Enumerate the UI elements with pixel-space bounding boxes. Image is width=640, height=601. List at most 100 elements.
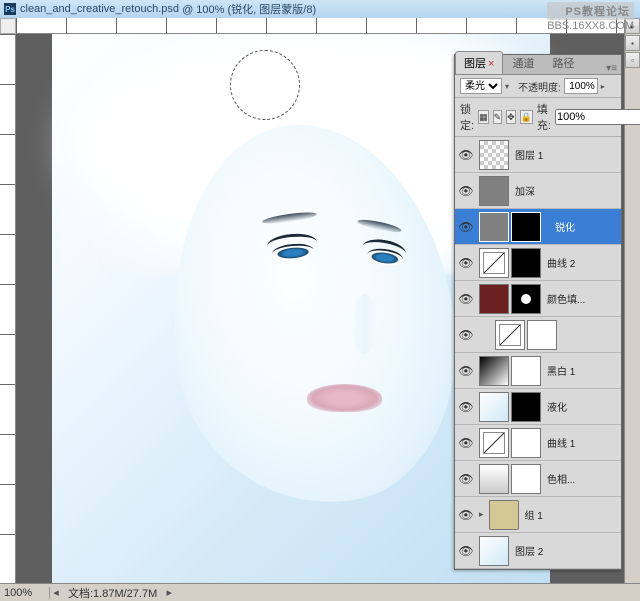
panel-dock-strip: ▸ ▪ ▫ [624, 18, 640, 583]
visibility-toggle[interactable]: 👁 [458, 147, 474, 163]
layer-thumbnail[interactable] [489, 500, 519, 530]
dock-button-3[interactable]: ▫ [625, 52, 640, 68]
layer-row-l9[interactable]: 👁 曲线 1 [455, 425, 621, 461]
status-arrow-right[interactable]: ▸ [163, 586, 175, 599]
layers-panel: 图层× 通道 路径 ▾≡ 柔光 ▾ 不透明度: ▸ 锁定: ▦ ✎ ✥ 🔒 填充… [454, 54, 622, 570]
ruler-vertical[interactable] [0, 34, 16, 583]
layer-name[interactable]: 曲线 1 [547, 435, 618, 450]
portrait-lips [307, 384, 382, 412]
visibility-toggle[interactable]: 👁 [458, 399, 474, 415]
layer-mask-thumbnail[interactable] [511, 356, 541, 386]
document-size: 文档:1.87M/27.7M [62, 585, 163, 601]
lock-label: 锁定: [460, 101, 474, 133]
opacity-label: 不透明度: [518, 79, 561, 94]
visibility-toggle[interactable]: 👁 [458, 219, 474, 235]
lock-position-icon[interactable]: ✥ [506, 110, 516, 124]
visibility-toggle[interactable]: 👁 [458, 543, 474, 559]
layer-name[interactable]: 加深 [515, 183, 618, 198]
visibility-toggle[interactable]: 👁 [458, 183, 474, 199]
layer-thumbs [479, 284, 541, 314]
visibility-toggle[interactable]: 👁 [458, 255, 474, 271]
layer-name[interactable]: 图层 2 [515, 543, 618, 558]
layer-mask-thumbnail[interactable] [511, 392, 541, 422]
layer-thumbs [479, 212, 541, 242]
fill-input[interactable] [555, 109, 640, 125]
layer-thumbs [479, 356, 541, 386]
blend-mode-select[interactable]: 柔光 [460, 78, 502, 94]
layer-thumbnail[interactable] [479, 212, 509, 242]
layer-name[interactable]: 曲线 2 [547, 255, 618, 270]
layer-row-l7[interactable]: 👁 黑白 1 [455, 353, 621, 389]
status-bar: 100% ◂ 文档:1.87M/27.7M ▸ [0, 583, 640, 601]
layer-thumbs [479, 464, 541, 494]
layer-name[interactable]: 组 1 [525, 507, 618, 522]
layer-thumbnail[interactable] [479, 140, 509, 170]
layer-thumbnail[interactable] [495, 320, 525, 350]
layer-thumbnail[interactable] [479, 176, 509, 206]
layer-row-l1[interactable]: 👁 图层 1 [455, 137, 621, 173]
visibility-toggle[interactable]: 👁 [458, 291, 474, 307]
blend-mode-row: 柔光 ▾ 不透明度: ▸ [455, 75, 621, 98]
layer-thumbs [479, 140, 509, 170]
layer-mask-thumbnail[interactable] [511, 248, 541, 278]
layer-thumbnail[interactable] [479, 284, 509, 314]
group-arrow-icon[interactable]: ▸ [479, 509, 484, 520]
layer-row-l2[interactable]: 👁 加深 [455, 173, 621, 209]
layer-thumbs [479, 176, 509, 206]
layer-mask-thumbnail[interactable] [511, 464, 541, 494]
layer-thumbnail[interactable] [479, 248, 509, 278]
panel-tabs: 图层× 通道 路径 ▾≡ [455, 55, 621, 75]
ps-icon: Ps [4, 3, 16, 15]
layer-row-l8[interactable]: 👁 液化 [455, 389, 621, 425]
layer-thumbnail[interactable] [479, 464, 509, 494]
layer-name[interactable]: 黑白 1 [547, 363, 618, 378]
opacity-arrow[interactable]: ▸ [601, 82, 611, 91]
layer-thumbnail[interactable] [479, 356, 509, 386]
layer-mask-thumbnail[interactable] [511, 284, 541, 314]
layer-name[interactable]: 图层 1 [515, 147, 618, 162]
layer-thumbs [479, 428, 541, 458]
opacity-input[interactable] [564, 78, 598, 94]
lock-transparency-icon[interactable]: ▦ [478, 110, 489, 124]
layer-mask-thumbnail[interactable] [511, 212, 541, 242]
panel-menu-icon[interactable]: ▾≡ [602, 63, 621, 74]
visibility-toggle[interactable]: 👁 [458, 471, 474, 487]
visibility-toggle[interactable]: 👁 [458, 327, 474, 343]
watermark: PS教程论坛 BBS.16XX8.COM [547, 2, 634, 32]
layer-row-l10[interactable]: 👁 色相... [455, 461, 621, 497]
lock-row: 锁定: ▦ ✎ ✥ 🔒 填充: ▸ [455, 98, 621, 137]
layer-thumbnail[interactable] [479, 536, 509, 566]
visibility-toggle[interactable]: 👁 [458, 507, 474, 523]
layer-name[interactable]: 锐化 [555, 219, 618, 234]
visibility-toggle[interactable]: 👁 [458, 363, 474, 379]
tab-layers[interactable]: 图层× [455, 51, 503, 74]
document-zoom-info: @ 100% (锐化, 图层蒙版/8) [182, 1, 316, 17]
layer-row-l4[interactable]: 👁 曲线 2 [455, 245, 621, 281]
layer-name[interactable]: 色相... [547, 471, 618, 486]
portrait-nose [352, 294, 377, 354]
layer-row-l5[interactable]: 👁 颜色填... [455, 281, 621, 317]
visibility-toggle[interactable]: 👁 [458, 435, 474, 451]
watermark-line1: PS教程论坛 [547, 2, 634, 20]
layer-row-grp[interactable]: 👁 ▸ 组 1 [455, 497, 621, 533]
document-title-bar: Ps clean_and_creative_retouch.psd @ 100%… [0, 0, 640, 18]
layer-row-l11[interactable]: 👁 图层 2 [455, 533, 621, 569]
layer-row-l3[interactable]: 👁效...锐化 [455, 209, 621, 245]
layer-name[interactable]: 颜色填... [547, 291, 618, 306]
zoom-level[interactable]: 100% [0, 587, 50, 599]
lock-all-icon[interactable]: 🔒 [520, 110, 533, 124]
ruler-origin[interactable] [0, 18, 16, 34]
layer-thumbnail[interactable] [479, 392, 509, 422]
layer-mask-thumbnail[interactable] [527, 320, 557, 350]
status-arrow-left[interactable]: ◂ [50, 586, 62, 599]
dock-button-2[interactable]: ▪ [625, 35, 640, 51]
tab-paths[interactable]: 路径 [543, 51, 583, 74]
lock-paint-icon[interactable]: ✎ [493, 110, 503, 124]
blend-arrow[interactable]: ▾ [505, 82, 515, 91]
tab-channels[interactable]: 通道 [503, 51, 543, 74]
layer-row-l6[interactable]: 👁 [455, 317, 621, 353]
fill-label: 填充: [537, 101, 551, 133]
layer-name[interactable]: 液化 [547, 399, 618, 414]
layer-mask-thumbnail[interactable] [511, 428, 541, 458]
layer-thumbnail[interactable] [479, 428, 509, 458]
